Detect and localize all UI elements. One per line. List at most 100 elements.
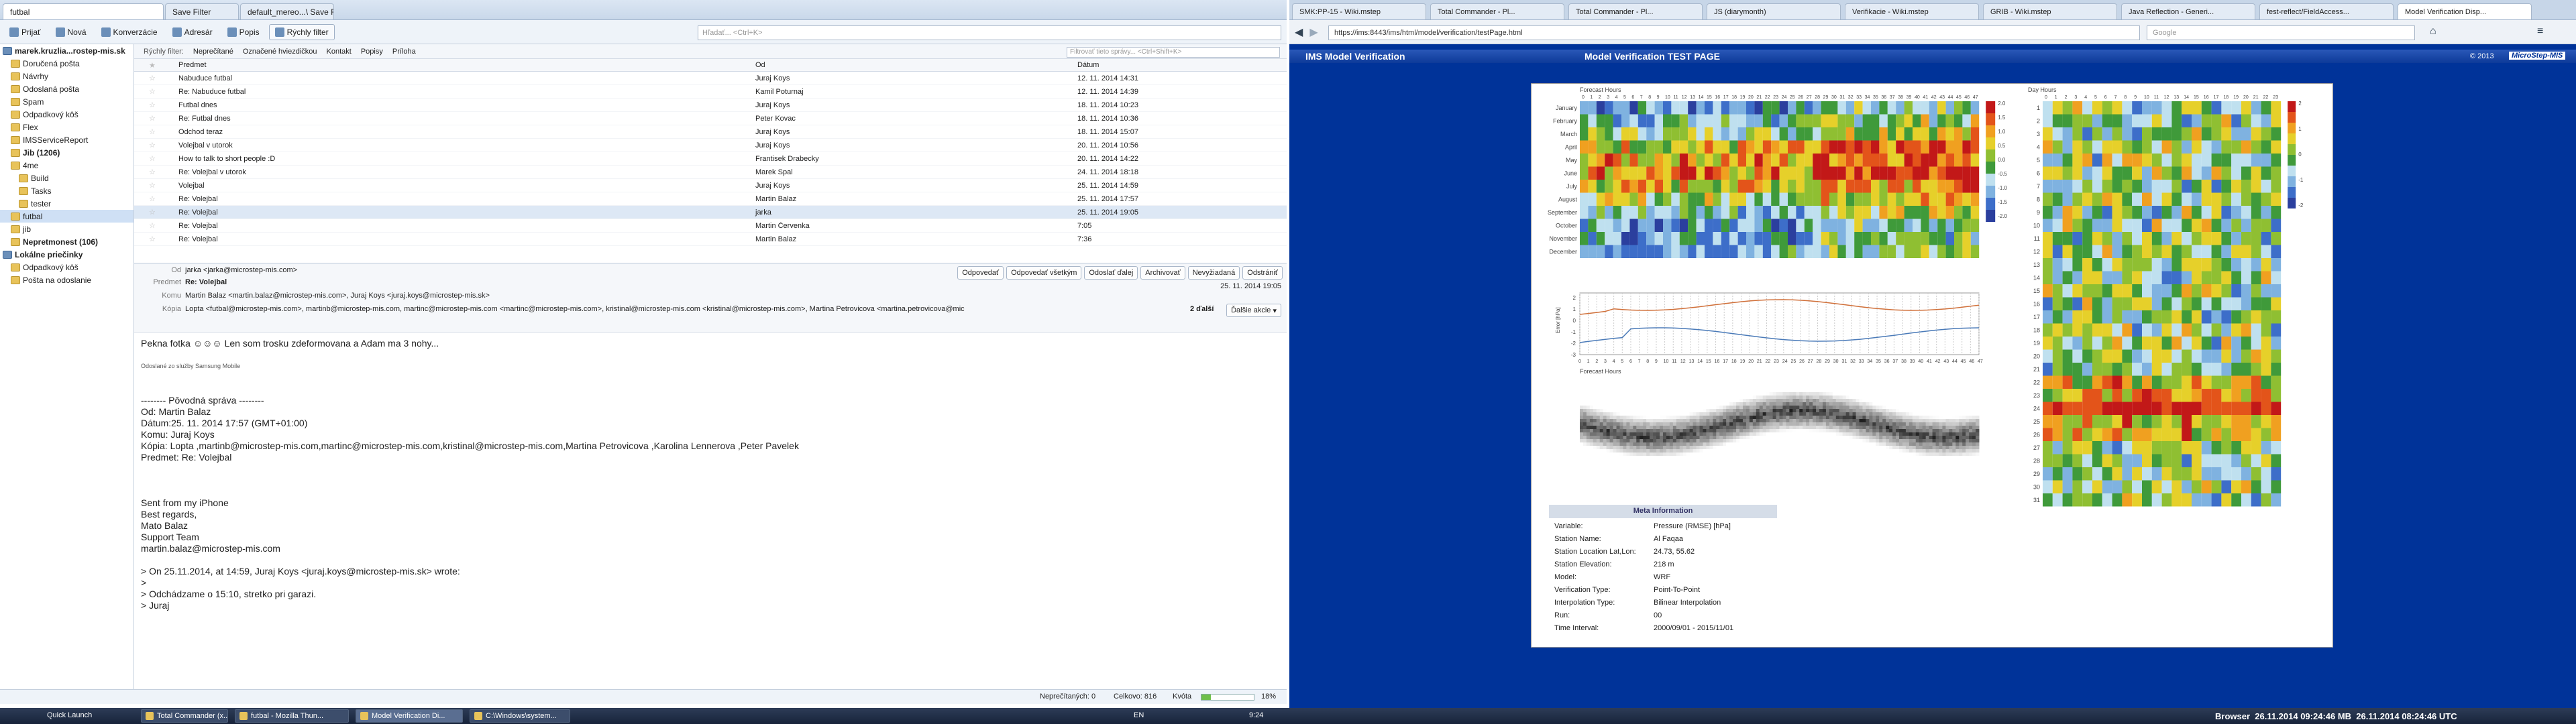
firefox-tab[interactable]: GRIB - Wiki.mstep	[1983, 3, 2117, 19]
firefox-tab[interactable]: JS (diarymonth)	[1707, 3, 1841, 19]
density-cell	[1596, 456, 1601, 460]
density-cell	[1806, 432, 1810, 436]
folder-item[interactable]: Návrhy	[0, 70, 133, 82]
address-book-button[interactable]: Adresár	[167, 24, 218, 40]
folder-item[interactable]: Jib (1206)	[0, 146, 133, 159]
firefox-tab[interactable]: Verifikacie - Wiki.mstep	[1845, 3, 1979, 19]
message-row[interactable]: ☆ Odchod teraz Juraj Koys 18. 11. 2014 15:0…	[134, 125, 1287, 139]
filter-contact[interactable]: Kontakt	[327, 48, 352, 56]
message-row[interactable]: ☆ Nabuduce futbal Juraj Koys 12. 11. 2014 1…	[134, 72, 1287, 85]
firefox-tab[interactable]: SMK:PP-15 - Wiki.mstep	[1292, 3, 1426, 19]
folder-item[interactable]: Odpadkový kôš	[0, 108, 133, 121]
message-row[interactable]: ☆ Re: Nabuduce futbal Kamil Poturnaj 12. 11…	[134, 85, 1287, 99]
folder-item[interactable]: Nepretmonest (106)	[0, 235, 133, 248]
folder-item[interactable]: jib	[0, 223, 133, 235]
header-cc[interactable]: Lopta <futbal@microstep-mis.com>, martin…	[185, 305, 965, 313]
firefox-tab[interactable]: Model Verification Disp...	[2398, 3, 2532, 19]
star-icon[interactable]: ☆	[134, 181, 174, 190]
folder-item[interactable]: Spam	[0, 95, 133, 108]
task-cmd[interactable]: C:\Windows\system...	[470, 709, 570, 723]
quick-filter-search-input[interactable]: Filtrovať tieto správy... <Ctrl+Shift+K>	[1067, 47, 1280, 58]
forward-icon[interactable]: ▶	[1309, 25, 1318, 39]
from-column-header[interactable]: Od	[751, 61, 1073, 69]
star-icon[interactable]: ☆	[134, 168, 174, 176]
star-icon[interactable]: ☆	[134, 221, 174, 230]
quick-filter-button[interactable]: Rýchly filter	[268, 23, 335, 40]
mail-search-input[interactable]: Hľadať... <Ctrl+K>	[698, 25, 1281, 40]
folder-item[interactable]: futbal	[0, 210, 133, 223]
message-row[interactable]: ☆ Re: Volejbal Martin Balaz 7:36	[134, 233, 1287, 246]
message-row[interactable]: ☆ Volejbal Juraj Koys 25. 11. 2014 14:59	[134, 179, 1287, 192]
firefox-tab[interactable]: Total Commander - Pl...	[1568, 3, 1703, 19]
subject-column-header[interactable]: Predmet	[174, 61, 751, 69]
message-row[interactable]: ☆ Futbal dnes Juraj Koys 18. 11. 2014 10:23	[134, 99, 1287, 112]
folder-item[interactable]: Doručená pošta	[0, 57, 133, 70]
delete-button[interactable]: Odstrániť	[1242, 266, 1283, 280]
header-to[interactable]: Martin Balaz <martin.balaz@microstep-mis…	[185, 292, 490, 300]
filter-tags[interactable]: Popisy	[361, 48, 383, 56]
url-bar[interactable]: https://ims:8443/ims/html/model/verifica…	[1328, 25, 2140, 40]
folder-item[interactable]: Pošta na odoslanie	[0, 274, 133, 286]
star-icon[interactable]: ☆	[134, 74, 174, 82]
message-row[interactable]: ☆ Re: Volejbal jarka 25. 11. 2014 19:05	[134, 206, 1287, 219]
filter-starred[interactable]: Označené hviezdičkou	[243, 48, 317, 56]
junk-button[interactable]: Nevyžiadaná	[1187, 266, 1240, 280]
star-icon[interactable]: ☆	[134, 141, 174, 149]
folder-item[interactable]: Odoslaná pošta	[0, 82, 133, 95]
write-button[interactable]: Nová	[50, 24, 92, 40]
message-row[interactable]: ☆ How to talk to short people :D Frantisek…	[134, 152, 1287, 166]
folder-item[interactable]: tester	[0, 197, 133, 210]
tab-default-mereo[interactable]: default_mereo...\ Save Fu...	[240, 3, 334, 19]
folder-item[interactable]: marek.kruzlia...rostep-mis.sk	[0, 44, 133, 57]
back-icon[interactable]: ◀	[1295, 25, 1303, 39]
chat-button[interactable]: Konverzácie	[96, 24, 163, 40]
menu-icon[interactable]: ≡	[2537, 25, 2543, 38]
language-indicator[interactable]: EN	[1134, 711, 1144, 719]
folder-item[interactable]: Lokálne priečinky	[0, 248, 133, 261]
message-row[interactable]: ☆ Re: Futbal dnes Peter Kovac 18. 11. 2014 …	[134, 112, 1287, 125]
firefox-tab[interactable]: fest-reflect/FieldAccess...	[2259, 3, 2394, 19]
star-icon[interactable]: ☆	[134, 127, 174, 136]
message-row[interactable]: ☆ Re: Volejbal Martin Balaz 25. 11. 2014 17…	[134, 192, 1287, 206]
reply-button[interactable]: Odpovedať	[957, 266, 1004, 280]
google-search-input[interactable]: Google	[2147, 25, 2415, 40]
star-icon[interactable]: ☆	[134, 114, 174, 123]
star-icon[interactable]: ☆	[134, 194, 174, 203]
tab-save-filter[interactable]: Save Filter	[165, 3, 239, 19]
header-cc-more[interactable]: 2 ďalší	[1190, 305, 1214, 313]
star-icon[interactable]: ☆	[134, 87, 174, 96]
star-icon[interactable]: ☆	[134, 101, 174, 109]
date-column-header[interactable]: Dátum	[1073, 61, 1275, 69]
folder-item[interactable]: Flex	[0, 121, 133, 133]
tag-button[interactable]: Popis	[222, 24, 265, 40]
forward-button[interactable]: Odoslať ďalej	[1084, 266, 1138, 280]
task-firefox[interactable]: Model Verification Di...	[356, 709, 463, 723]
more-actions-button[interactable]: Ďalšie akcie ▾	[1226, 304, 1281, 317]
folder-item[interactable]: Build	[0, 172, 133, 184]
task-thunderbird[interactable]: futbal - Mozilla Thun...	[235, 709, 349, 723]
folder-item[interactable]: Tasks	[0, 184, 133, 197]
star-icon[interactable]: ☆	[134, 208, 174, 217]
header-from[interactable]: jarka <jarka@microstep-mis.com>	[185, 266, 297, 274]
folder-item[interactable]: 4me	[0, 159, 133, 172]
star-column-header[interactable]: ★	[134, 61, 174, 70]
firefox-tab[interactable]: Java Reflection - Generi...	[2121, 3, 2255, 19]
message-row[interactable]: ☆ Re: Volejbal Martin Červenka 7:05	[134, 219, 1287, 233]
quick-launch[interactable]: Quick Launch	[47, 711, 92, 719]
folder-item[interactable]: Odpadkový kôš	[0, 261, 133, 274]
get-mail-button[interactable]: Prijať	[4, 24, 46, 40]
reply-all-button[interactable]: Odpovedať všetkým	[1006, 266, 1082, 280]
filter-attachment[interactable]: Príloha	[392, 48, 416, 56]
message-row[interactable]: ☆ Volejbal v utorok Juraj Koys 20. 11. 2014…	[134, 139, 1287, 152]
home-icon[interactable]: ⌂	[2430, 25, 2436, 38]
star-icon[interactable]: ☆	[134, 235, 174, 243]
folder-item[interactable]: IMSServiceReport	[0, 133, 133, 146]
filter-unread[interactable]: Neprečítané	[193, 48, 233, 56]
archive-button[interactable]: Archivovať	[1140, 266, 1185, 280]
clock[interactable]: 9:24	[1249, 711, 1263, 719]
star-icon[interactable]: ☆	[134, 154, 174, 163]
task-total-commander[interactable]: Total Commander (x...	[141, 709, 228, 723]
tab-futbal[interactable]: futbal	[3, 3, 164, 19]
firefox-tab[interactable]: Total Commander - Pl...	[1430, 3, 1564, 19]
message-row[interactable]: ☆ Re: Volejbal v utorok Marek Spal 24. 11. …	[134, 166, 1287, 179]
